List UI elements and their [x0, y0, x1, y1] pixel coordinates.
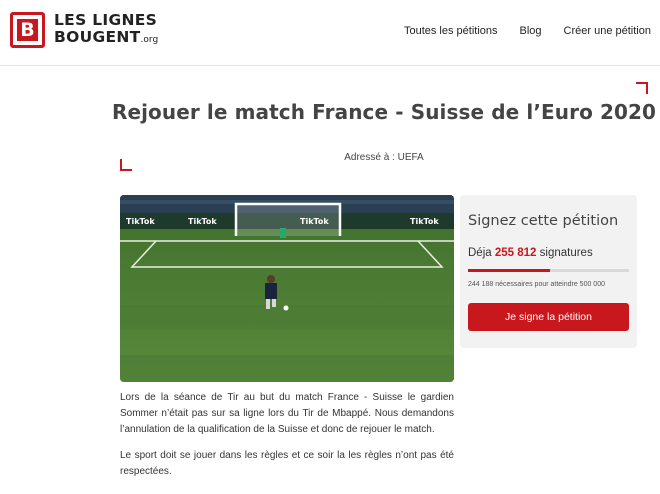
sign-petition-card: Signez cette pétition Déja 255 812 signa… — [460, 195, 637, 348]
signature-count: 255 812 — [494, 247, 537, 259]
logo-line2: BOUGENT.org — [54, 29, 158, 49]
petition-paragraph: Lors de la séance de Tir au but du match… — [120, 392, 454, 435]
main-nav: Toutes les pétitions Blog Créer une péti… — [404, 25, 651, 37]
petition-description: Lors de la séance de Tir au but du match… — [120, 390, 454, 490]
ad-board-text: TikTok — [126, 217, 155, 226]
signature-progress-fill — [468, 269, 551, 272]
nav-item-all-petitions[interactable]: Toutes les pétitions — [404, 25, 498, 37]
logo-letter: B — [17, 19, 38, 41]
logo-wordmark[interactable]: LES LIGNES BOUGENT.org — [54, 12, 158, 49]
nav-item-create-petition[interactable]: Créer une pétition — [564, 25, 651, 37]
petition-image: TikTok TikTok TikTok TikTok — [120, 195, 454, 382]
ad-board-text: TikTok — [410, 217, 439, 226]
signature-goal-text: 244 188 nécessaires pour atteindre 500 0… — [468, 281, 605, 288]
site-header: B LES LIGNES BOUGENT.org Toutes les péti… — [0, 0, 660, 66]
signature-count-suffix: signatures — [539, 247, 593, 259]
signature-progress-bar — [468, 269, 629, 272]
logo-line1: LES LIGNES — [54, 11, 158, 29]
petition-title: Rejouer le match France - Suisse de l’Eu… — [111, 100, 657, 124]
petition-paragraph: Le sport doit se jouer dans les règles e… — [120, 450, 454, 477]
signature-count-line: Déja 255 812 signatures — [468, 247, 593, 259]
sign-petition-button[interactable]: Je signe la pétition — [468, 303, 629, 331]
logo-mark[interactable]: B — [10, 12, 45, 48]
petition-addressee: Adressé à : UEFA — [344, 152, 424, 163]
logo-line2-text: BOUGENT — [54, 28, 141, 46]
ad-board-text: TikTok — [188, 217, 217, 226]
football-penalty-scene: TikTok TikTok TikTok TikTok — [120, 195, 454, 382]
signature-count-prefix: Déja — [468, 247, 492, 259]
corner-bracket-top-right — [636, 82, 648, 94]
sign-card-title: Signez cette pétition — [468, 213, 619, 229]
nav-item-blog[interactable]: Blog — [520, 25, 542, 37]
logo-suffix: .org — [140, 35, 159, 45]
